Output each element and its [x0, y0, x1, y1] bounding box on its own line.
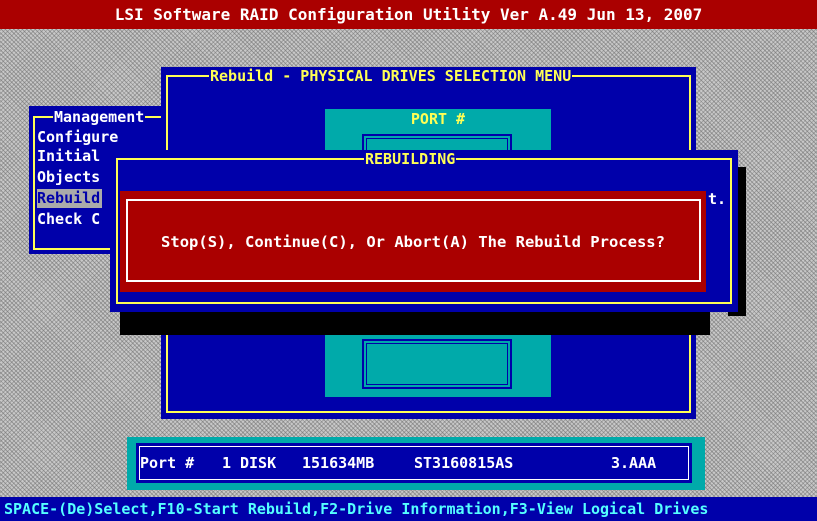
rebuilding-status-text: t. [708, 190, 727, 208]
drive-info-row[interactable]: Port # 1 DISK 151634MB ST3160815AS 3.AAA [136, 443, 692, 483]
status-bar: SPACE-(De)Select,F10-Start Rebuild,F2-Dr… [0, 497, 817, 521]
rebuilding-dialog-title: REBUILDING [364, 150, 457, 168]
confirm-dialog-message: Stop(S), Continue(C), Or Abort(A) The Re… [161, 233, 665, 251]
rebuild-menu-title: Rebuild - PHYSICAL DRIVES SELECTION MENU [209, 67, 573, 85]
menu-item-objects[interactable]: Objects [37, 168, 102, 187]
menu-item-check-consistency[interactable]: Check C [37, 210, 102, 229]
drive-info-panel: Port # 1 DISK 151634MB ST3160815AS 3.AAA [127, 437, 705, 490]
app-title: LSI Software RAID Configuration Utility … [114, 5, 703, 24]
port-slot[interactable] [362, 339, 512, 389]
key-help-text: SPACE-(De)Select,F10-Start Rebuild,F2-Dr… [4, 500, 709, 518]
title-bar: LSI Software RAID Configuration Utility … [0, 0, 817, 29]
menu-item-configure[interactable]: Configure [37, 128, 120, 147]
drive-port-number: 1 [222, 454, 232, 472]
drive-port-label: Port # [140, 454, 195, 472]
menu-item-rebuild[interactable]: Rebuild [37, 189, 103, 208]
drive-size: 151634MB [302, 454, 375, 472]
port-list-header: PORT # [410, 110, 466, 128]
drive-type: DISK [240, 454, 277, 472]
drive-firmware: 3.AAA [611, 454, 657, 472]
management-menu-title: Management [53, 108, 146, 126]
rebuild-confirm-dialog[interactable]: Stop(S), Continue(C), Or Abort(A) The Re… [120, 191, 706, 292]
drive-model: ST3160815AS [414, 454, 514, 472]
menu-item-initialize[interactable]: Initial [37, 147, 102, 166]
